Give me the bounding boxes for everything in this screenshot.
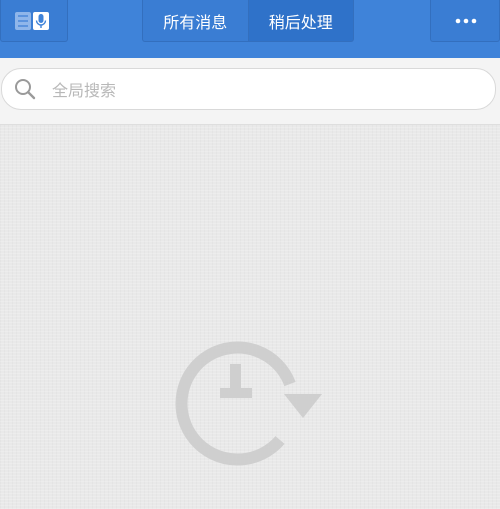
notes-voice-icon: [15, 12, 49, 30]
search-box[interactable]: [1, 68, 496, 110]
tab-all-messages[interactable]: 所有消息: [142, 0, 249, 42]
app-screen: 所有消息 稍后处理: [0, 0, 500, 509]
search-bar: [0, 58, 500, 125]
top-bar: 所有消息 稍后处理: [0, 0, 500, 59]
clock-refresh-icon: [175, 341, 322, 466]
tab-handle-later[interactable]: 稍后处理: [248, 0, 354, 42]
search-icon: [15, 79, 36, 100]
message-tabs: 所有消息 稍后处理: [142, 0, 354, 42]
more-button[interactable]: [430, 0, 500, 42]
global-search-input[interactable]: [50, 75, 474, 105]
more-dots-icon: [455, 18, 477, 24]
voice-notes-button[interactable]: [0, 0, 68, 42]
